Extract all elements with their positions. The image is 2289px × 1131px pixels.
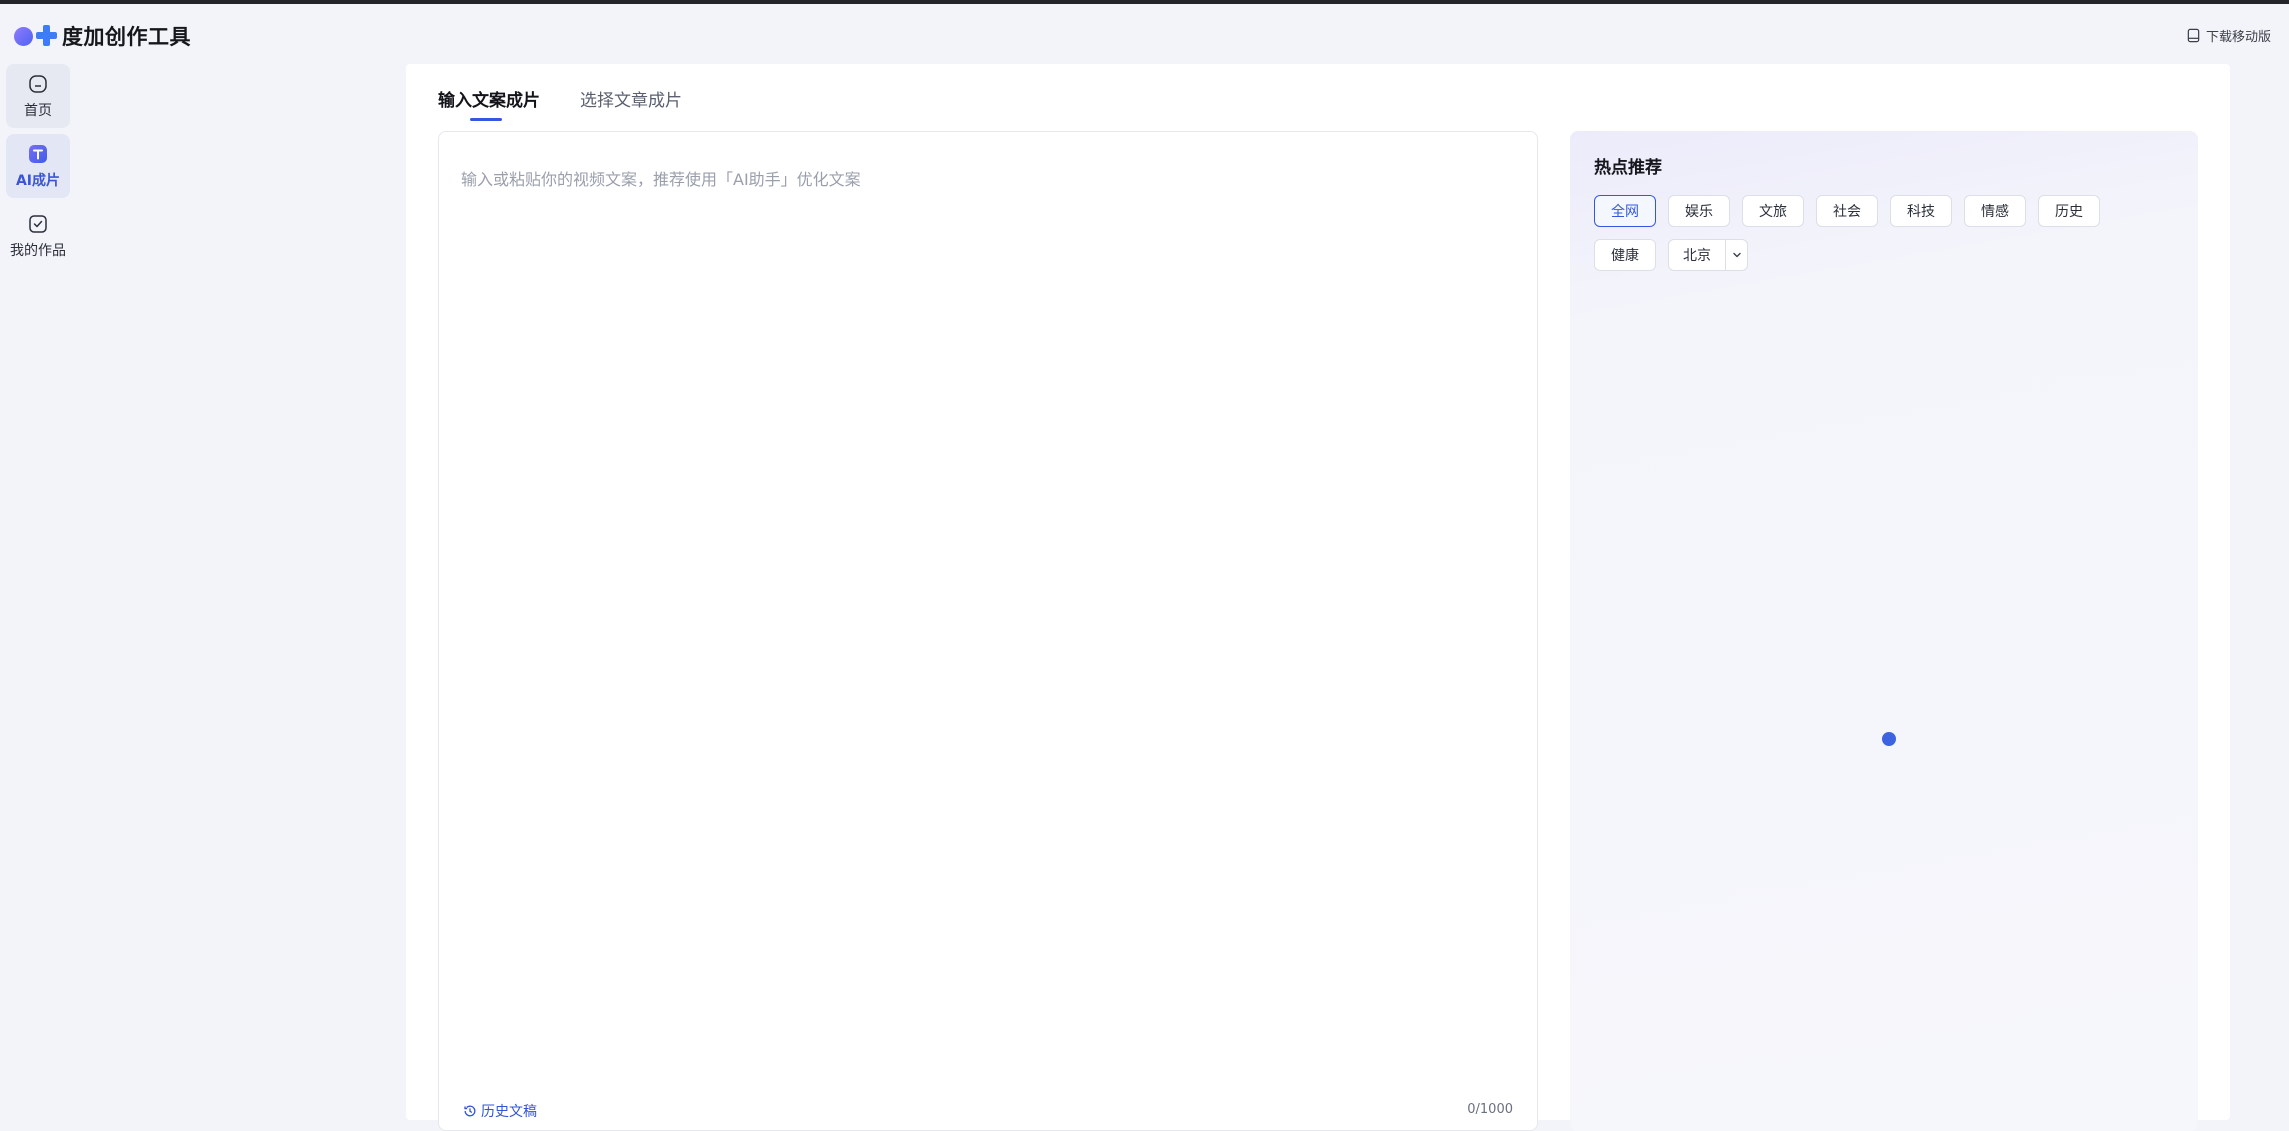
app-logo[interactable]: 度加创作工具 [14, 21, 191, 51]
category-chip-history[interactable]: 历史 [2038, 195, 2100, 227]
tab-select-article[interactable]: 选择文章成片 [580, 86, 682, 121]
mode-tabs: 输入文案成片 选择文章成片 [438, 86, 682, 121]
download-mobile-label: 下载移动版 [2205, 30, 2271, 45]
sidebar-item-home[interactable]: 首页 [6, 64, 70, 128]
sidebar-item-label: 我的作品 [10, 242, 66, 259]
sidebar-item-label: 首页 [24, 102, 52, 119]
city-select[interactable]: 北京 [1668, 239, 1748, 271]
home-icon [29, 74, 47, 93]
sidebar-item-label: AI成片 [15, 172, 61, 189]
history-clock-icon [464, 1105, 476, 1117]
city-select-value: 北京 [1683, 248, 1711, 264]
category-chip-all[interactable]: 全网 [1594, 195, 1656, 227]
sidebar-item-my-works[interactable]: 我的作品 [6, 204, 70, 268]
logo-mark-icon [14, 24, 58, 48]
chevron-down-icon [1732, 252, 1741, 258]
tablet-icon [2187, 28, 2200, 43]
category-chip-travel[interactable]: 文旅 [1742, 195, 1804, 227]
main-panel: 输入文案成片 选择文章成片 历史文稿 0/1000 热点推荐 全网 娱乐 文旅 … [406, 64, 2230, 1131]
header: 度加创作工具 下载移动版 [0, 4, 2289, 60]
download-mobile-button[interactable]: 下载移动版 [2186, 26, 2271, 45]
hot-topics-title: 热点推荐 [1594, 158, 1662, 178]
city-select-toggle[interactable] [1725, 240, 1747, 270]
ai-video-icon [29, 144, 47, 163]
app-title: 度加创作工具 [62, 25, 191, 49]
category-chip-society[interactable]: 社会 [1816, 195, 1878, 227]
tab-input-script[interactable]: 输入文案成片 [438, 86, 540, 121]
script-input[interactable] [461, 166, 1511, 1066]
script-editor: 历史文稿 0/1000 [438, 131, 1538, 1131]
sidebar: 首页 AI成片 我的作品 [6, 64, 70, 274]
history-drafts-button[interactable]: 历史文稿 [463, 1101, 537, 1121]
category-chip-entertainment[interactable]: 娱乐 [1668, 195, 1730, 227]
category-chips: 全网 娱乐 文旅 社会 科技 情感 历史 健康 北京 [1594, 195, 2154, 271]
hot-topics-panel: 热点推荐 全网 娱乐 文旅 社会 科技 情感 历史 健康 北京 [1570, 131, 2198, 1131]
history-drafts-label: 历史文稿 [481, 1104, 537, 1120]
char-counter: 0/1000 [1467, 1102, 1513, 1117]
category-chip-emotion[interactable]: 情感 [1964, 195, 2026, 227]
sidebar-item-ai-video[interactable]: AI成片 [6, 134, 70, 198]
category-chip-tech[interactable]: 科技 [1890, 195, 1952, 227]
category-chip-health[interactable]: 健康 [1594, 239, 1656, 271]
works-icon [29, 214, 47, 233]
loading-indicator [1882, 732, 1896, 746]
